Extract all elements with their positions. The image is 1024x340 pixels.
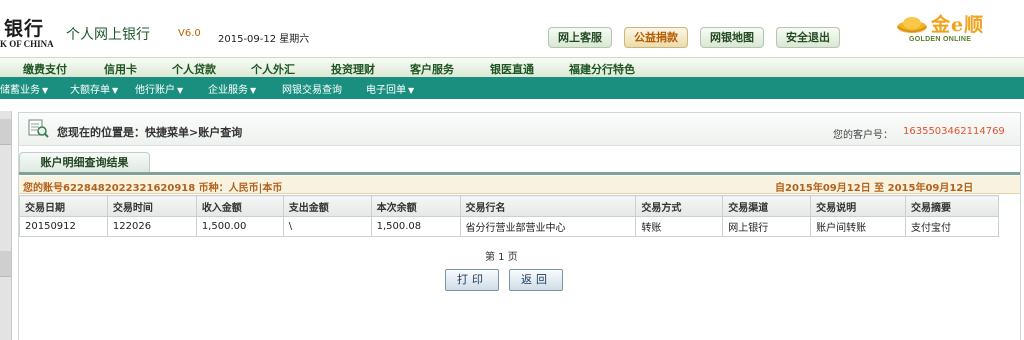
sidebar-toggle-tab[interactable]: [0, 119, 11, 145]
cell-time: 122026: [106, 216, 197, 237]
cell-date: 20150912: [19, 216, 108, 237]
document-search-icon: [28, 119, 49, 138]
account-info: 您的账号6228482022321620918 币种：人民币|本币: [23, 183, 283, 194]
bank-logo-subtitle: K OF CHINA: [0, 39, 54, 49]
cell-income: 1,500.00: [195, 216, 284, 237]
golden-online-logo: 金e顺 GOLDEN ONLINE: [889, 10, 1019, 50]
nav-fujian-branch[interactable]: 福建分行特色: [569, 61, 635, 77]
customer-number: 1635503462114769: [903, 126, 1005, 137]
nav-enterprise-service[interactable]: 企业服务 ▼: [208, 81, 256, 96]
left-sidebar-rail: [0, 111, 12, 340]
brand-text: 金e顺: [931, 14, 985, 36]
column-header: 本次余额: [370, 195, 461, 217]
column-header: 交易摘要: [905, 195, 999, 217]
nav-investment[interactable]: 投资理财: [331, 61, 375, 77]
current-date: 2015-09-12 星期六: [218, 34, 310, 45]
nav-bill-payment[interactable]: 缴费支付: [23, 61, 67, 77]
chevron-down-icon: ▼: [42, 86, 49, 95]
nav-large-deposit-label: 大额存单: [70, 85, 110, 96]
nav-personal-forex[interactable]: 个人外汇: [251, 61, 295, 77]
online-service-button[interactable]: 网上客服: [548, 27, 612, 48]
nav-savings-label: 储蓄业务: [0, 85, 40, 96]
column-header: 支出金额: [282, 195, 372, 217]
nav-personal-loan[interactable]: 个人贷款: [172, 61, 216, 77]
primary-nav: 缴费支付 信用卡 个人贷款 个人外汇 投资理财 客户服务 银医直通 福建分行特色: [0, 57, 1024, 77]
brand-subtitle: GOLDEN ONLINE: [909, 36, 972, 43]
cell-channel: 网上银行: [722, 216, 812, 237]
account-info-bar: 您的账号6228482022321620918 币种：人民币|本币 自2015年…: [19, 176, 1020, 194]
charity-donation-button[interactable]: 公益捐款: [624, 27, 688, 48]
tab-underline: [19, 172, 1020, 175]
tab-account-detail-result[interactable]: 账户明细查询结果: [19, 152, 150, 173]
nav-other-bank-label: 他行账户: [135, 85, 175, 96]
column-header: 交易渠道: [722, 195, 812, 217]
column-header: 交易说明: [810, 195, 907, 217]
page-indicator: 第 1 页: [485, 252, 518, 263]
column-header: 交易行名: [459, 195, 637, 217]
nav-enterprise-label: 企业服务: [208, 85, 248, 96]
cell-summary: 支付宝付: [905, 216, 999, 237]
nav-credit-card[interactable]: 信用卡: [104, 61, 137, 77]
bank-logo-text: 银行: [4, 18, 45, 40]
cell-expense: \: [282, 216, 372, 237]
gold-ingot-icon: [897, 17, 927, 33]
chevron-down-icon: ▼: [112, 86, 119, 95]
cell-bank-name: 省分行营业部营业中心: [459, 216, 637, 237]
print-button[interactable]: 打印: [445, 269, 499, 291]
nav-savings[interactable]: 储蓄业务 ▼: [0, 81, 48, 96]
secondary-nav: 储蓄业务 ▼ 大额存单 ▼ 他行账户 ▼ 企业服务 ▼ 网银交易查询 电子回单 ▼: [0, 77, 1024, 99]
safe-exit-button[interactable]: 安全退出: [776, 27, 840, 48]
nav-transaction-query[interactable]: 网银交易查询: [282, 81, 342, 96]
nav-transaction-query-label: 网银交易查询: [282, 85, 342, 96]
column-header: 收入金额: [195, 195, 284, 217]
app-version: V6.0: [178, 28, 201, 39]
nav-e-receipt[interactable]: 电子回单 ▼: [366, 81, 414, 96]
nav-large-deposit[interactable]: 大额存单 ▼: [70, 81, 118, 96]
nav-e-receipt-label: 电子回单: [366, 85, 406, 96]
main-panel: 您现在的位置是：快捷菜单>账户查询 您的客户号： 163550346211476…: [18, 112, 1021, 340]
date-range: 自2015年09月12日 至 2015年09月12日: [775, 183, 974, 194]
nav-bank-medical[interactable]: 银医直通: [490, 61, 534, 77]
chevron-down-icon: ▼: [408, 86, 415, 95]
breadcrumb: 您现在的位置是：快捷菜单>账户查询: [57, 126, 243, 139]
cell-balance: 1,500.08: [370, 216, 461, 237]
cell-description: 账户间转账: [810, 216, 907, 237]
column-header: 交易时间: [106, 195, 197, 217]
column-header: 交易方式: [635, 195, 724, 217]
chevron-down-icon: ▼: [177, 86, 184, 95]
customer-number-label: 您的客户号：: [833, 130, 893, 141]
cell-method: 转账: [635, 216, 724, 237]
transaction-table: 交易日期 交易时间 收入金额 支出金额 本次余额 交易行名 交易方式 交易渠道 …: [19, 195, 999, 237]
chevron-down-icon: ▼: [250, 86, 257, 95]
header: 银行 K OF CHINA 个人网上银行 V6.0 2015-09-12 星期六…: [0, 0, 1024, 56]
location-bar: 您现在的位置是：快捷菜单>账户查询 您的客户号： 163550346211476…: [19, 113, 1020, 146]
sidebar-toggle-tab[interactable]: [0, 251, 11, 277]
table-row: 20150912 122026 1,500.00 \ 1,500.08 省分行营…: [19, 216, 999, 237]
column-header: 交易日期: [19, 195, 108, 217]
nav-other-bank-account[interactable]: 他行账户 ▼: [135, 81, 183, 96]
table-header-row: 交易日期 交易时间 收入金额 支出金额 本次余额 交易行名 交易方式 交易渠道 …: [19, 195, 999, 217]
app-title: 个人网上银行: [66, 27, 150, 43]
bank-map-button[interactable]: 网银地图: [700, 27, 764, 48]
nav-customer-service[interactable]: 客户服务: [410, 61, 454, 77]
back-button[interactable]: 返回: [509, 269, 563, 291]
